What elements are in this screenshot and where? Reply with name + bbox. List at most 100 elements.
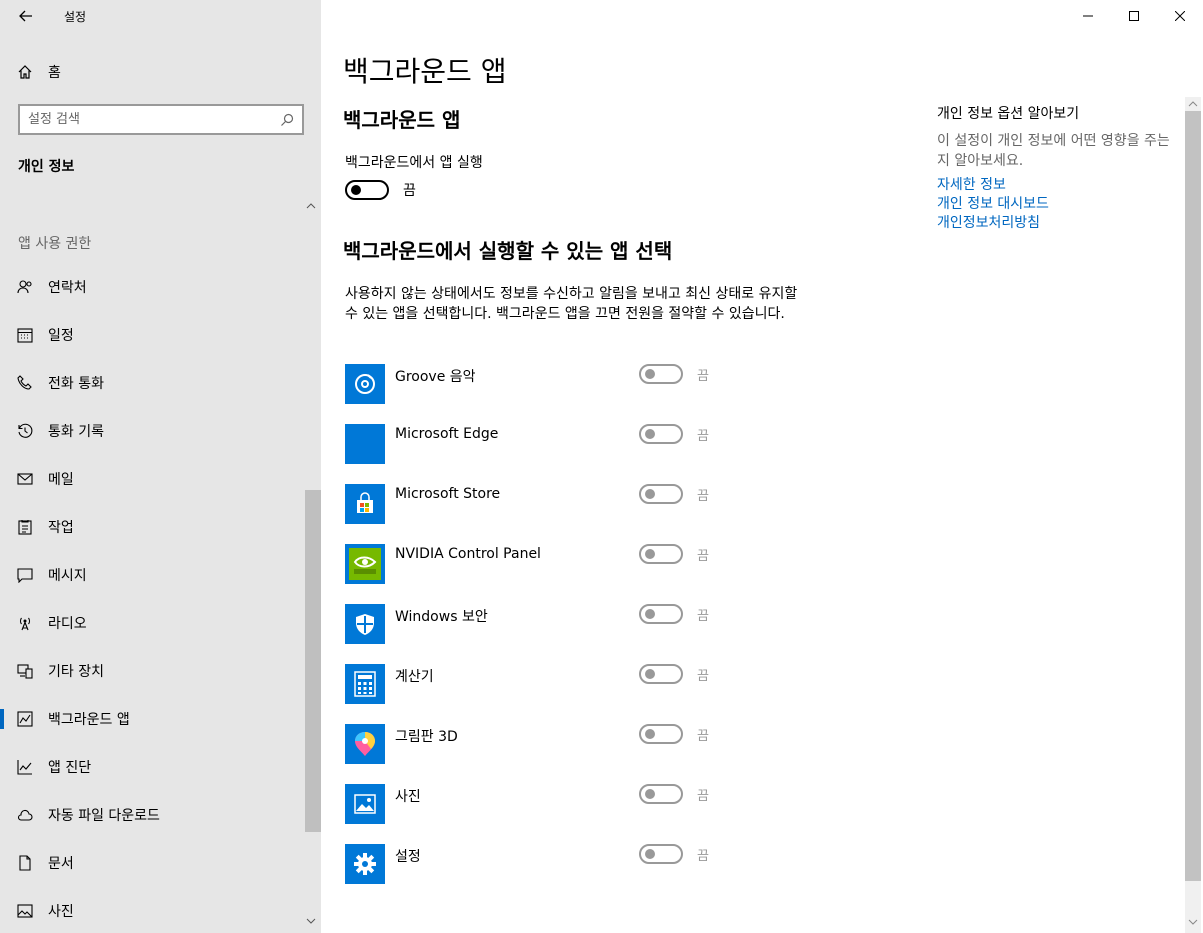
chevron-up-icon[interactable] bbox=[1188, 99, 1198, 109]
contacts-icon bbox=[16, 278, 34, 296]
app-list: Groove 음악 끔 Microsoft Edge 끔 Microsoft S… bbox=[345, 364, 725, 904]
main-scrollbar-thumb[interactable] bbox=[1185, 111, 1201, 881]
toggle-switch[interactable] bbox=[639, 604, 683, 624]
sidebar-item-auto-download[interactable]: 자동 파일 다운로드 bbox=[0, 791, 321, 839]
app-toggle[interactable]: 끔 bbox=[639, 664, 709, 684]
app-row-settings: 설정 끔 bbox=[345, 844, 725, 904]
sidebar-item-label: 라디오 bbox=[48, 616, 87, 632]
chevron-down-icon[interactable] bbox=[1188, 917, 1198, 927]
sidebar-group-label: 앱 사용 권한 bbox=[18, 236, 92, 252]
section-heading: 백그라운드 앱 bbox=[343, 108, 461, 132]
aside-description: 이 설정이 개인 정보에 어떤 영향을 주는지 알아보세요. bbox=[937, 133, 1170, 169]
app-row-store: Microsoft Store 끔 bbox=[345, 484, 725, 544]
sidebar-item-label: 전화 통화 bbox=[48, 376, 104, 392]
search-input[interactable] bbox=[28, 112, 280, 127]
sidebar-item-label: 자동 파일 다운로드 bbox=[48, 808, 160, 824]
photos-icon bbox=[345, 784, 385, 824]
sidebar-item-messaging[interactable]: 메시지 bbox=[0, 551, 321, 599]
sidebar-home-label: 홈 bbox=[48, 65, 61, 81]
toggle-state-label: 끔 bbox=[697, 548, 709, 564]
app-toggle[interactable]: 끔 bbox=[639, 544, 709, 564]
shield-icon bbox=[345, 604, 385, 644]
toggle-state-label: 끔 bbox=[697, 488, 709, 504]
toggle-switch[interactable] bbox=[639, 544, 683, 564]
sidebar-item-contacts[interactable]: 연락처 bbox=[0, 263, 321, 311]
main-scrollbar[interactable] bbox=[1185, 97, 1201, 933]
app-toggle[interactable]: 끔 bbox=[639, 724, 709, 744]
app-toggle[interactable]: 끔 bbox=[639, 844, 709, 864]
app-row-nvidia: NVIDIA Control Panel 끔 bbox=[345, 544, 725, 604]
toggle-state-label: 끔 bbox=[697, 788, 709, 804]
message-icon bbox=[16, 566, 34, 584]
app-toggle[interactable]: 끔 bbox=[639, 604, 709, 624]
back-arrow-icon bbox=[19, 10, 32, 22]
sidebar-item-documents[interactable]: 문서 bbox=[0, 839, 321, 887]
toggle-switch[interactable] bbox=[639, 424, 683, 444]
toggle-switch[interactable] bbox=[639, 364, 683, 384]
toggle-switch[interactable] bbox=[639, 724, 683, 744]
learn-more-link[interactable]: 자세한 정보 bbox=[937, 176, 1182, 195]
close-button[interactable] bbox=[1157, 0, 1203, 32]
minimize-button[interactable] bbox=[1065, 0, 1111, 32]
app-name: 사진 bbox=[395, 789, 421, 805]
sidebar-item-calendar[interactable]: 일정 bbox=[0, 311, 321, 359]
app-toggle[interactable]: 끔 bbox=[639, 364, 709, 384]
sidebar-nav: 연락처 일정 전화 통화 통화 기록 메일 작업 메시지 라디오 기타 장치 백… bbox=[0, 263, 321, 933]
toggle-switch[interactable] bbox=[639, 664, 683, 684]
toggle-switch[interactable] bbox=[345, 180, 389, 200]
sidebar-item-home[interactable]: 홈 bbox=[16, 58, 61, 86]
diagnostics-icon bbox=[16, 758, 34, 776]
privacy-statement-link[interactable]: 개인정보처리방침 bbox=[937, 214, 1182, 233]
toggle-state-label: 끔 bbox=[403, 183, 416, 199]
phone-icon bbox=[16, 374, 34, 392]
background-run-toggle[interactable]: 끔 bbox=[345, 180, 416, 200]
toggle-switch[interactable] bbox=[639, 484, 683, 504]
sidebar-item-label: 일정 bbox=[48, 328, 74, 344]
toggle-switch[interactable] bbox=[639, 844, 683, 864]
privacy-dashboard-link[interactable]: 개인 정보 대시보드 bbox=[937, 195, 1182, 214]
app-name: 그림판 3D bbox=[395, 729, 458, 745]
background-apps-icon bbox=[16, 710, 34, 728]
sidebar-item-label: 통화 기록 bbox=[48, 424, 104, 440]
search-icon[interactable] bbox=[280, 113, 294, 127]
sidebar-item-other-devices[interactable]: 기타 장치 bbox=[0, 647, 321, 695]
toggle-switch[interactable] bbox=[639, 784, 683, 804]
sidebar-item-label: 작업 bbox=[48, 520, 74, 536]
toggle-state-label: 끔 bbox=[697, 668, 709, 684]
sidebar-section-title: 개인 정보 bbox=[18, 159, 75, 175]
background-run-label: 백그라운드에서 앱 실행 bbox=[345, 155, 483, 171]
toggle-state-label: 끔 bbox=[697, 368, 709, 384]
calendar-icon bbox=[16, 326, 34, 344]
sidebar-item-tasks[interactable]: 작업 bbox=[0, 503, 321, 551]
back-button[interactable] bbox=[14, 4, 38, 28]
sidebar-item-phone[interactable]: 전화 통화 bbox=[0, 359, 321, 407]
mail-icon bbox=[16, 470, 34, 488]
sidebar-item-background-apps[interactable]: 백그라운드 앱 bbox=[0, 695, 321, 743]
minimize-icon bbox=[1083, 15, 1093, 17]
app-toggle[interactable]: 끔 bbox=[639, 784, 709, 804]
aside-title: 개인 정보 옵션 알아보기 bbox=[937, 106, 1080, 122]
aside-links: 자세한 정보 개인 정보 대시보드 개인정보처리방침 bbox=[937, 176, 1182, 233]
search-box[interactable] bbox=[18, 104, 304, 135]
sidebar-item-label: 백그라운드 앱 bbox=[48, 712, 130, 728]
sidebar-item-mail[interactable]: 메일 bbox=[0, 455, 321, 503]
chevron-up-icon bbox=[306, 203, 316, 209]
scroll-down-button[interactable] bbox=[305, 915, 317, 931]
app-toggle[interactable]: 끔 bbox=[639, 484, 709, 504]
sidebar-item-label: 사진 bbox=[48, 904, 74, 920]
document-icon bbox=[16, 854, 34, 872]
maximize-button[interactable] bbox=[1111, 0, 1157, 32]
app-row-photos: 사진 끔 bbox=[345, 784, 725, 844]
devices-icon bbox=[16, 662, 34, 680]
sidebar-item-call-history[interactable]: 통화 기록 bbox=[0, 407, 321, 455]
sidebar-item-app-diagnostics[interactable]: 앱 진단 bbox=[0, 743, 321, 791]
maximize-icon bbox=[1129, 11, 1139, 21]
sidebar-scrollbar-thumb[interactable] bbox=[305, 490, 321, 832]
sidebar-item-label: 앱 진단 bbox=[48, 760, 92, 776]
edge-icon bbox=[345, 424, 385, 464]
sidebar-item-pictures[interactable]: 사진 bbox=[0, 887, 321, 933]
app-toggle[interactable]: 끔 bbox=[639, 424, 709, 444]
sidebar-item-radio[interactable]: 라디오 bbox=[0, 599, 321, 647]
scroll-up-button[interactable] bbox=[305, 200, 317, 216]
app-name: Windows 보안 bbox=[395, 609, 488, 625]
